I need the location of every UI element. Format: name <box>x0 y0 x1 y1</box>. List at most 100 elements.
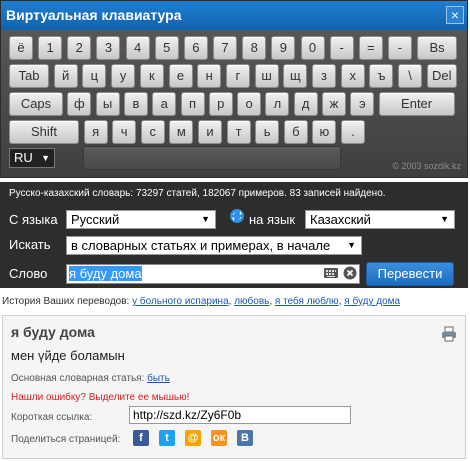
keyboard-key[interactable]: Bs <box>417 36 458 60</box>
keyboard-key[interactable]: 7 <box>213 36 238 60</box>
keyboard-key[interactable]: в <box>123 92 148 116</box>
keyboard-key[interactable]: ъ <box>369 64 394 88</box>
close-icon[interactable]: × <box>446 6 464 24</box>
keyboard-key[interactable]: н <box>197 64 222 88</box>
keyboard-icon[interactable] <box>324 268 338 278</box>
keyboard-key[interactable]: п <box>180 92 205 116</box>
keyboard-key[interactable]: - <box>387 36 412 60</box>
keyboard-key[interactable]: Caps <box>9 92 63 116</box>
result-box: я буду дома мен үйде боламын Основная сл… <box>2 315 466 459</box>
keyboard-key[interactable]: ы <box>95 92 120 116</box>
short-link-field[interactable]: http://szd.kz/Zy6F0b <box>129 406 351 424</box>
dictionary-stats: Русско-казахский словарь: 73297 статей, … <box>9 188 386 199</box>
copyright: © 2003 sozdik.kz <box>392 161 461 171</box>
keyboard-key[interactable]: и <box>198 120 222 144</box>
to-language-value: Казахский <box>310 212 371 227</box>
chevron-down-icon: ▼ <box>347 240 356 250</box>
keyboard-key[interactable]: ш <box>254 64 279 88</box>
keyboard-key[interactable]: 0 <box>300 36 325 60</box>
keyboard-key[interactable]: о <box>237 92 262 116</box>
translation-history: История Ваших переводов: у больного испа… <box>2 296 401 307</box>
keyboard-key[interactable]: х <box>340 64 365 88</box>
keyboard-key[interactable]: ё <box>9 36 33 60</box>
keyboard-key[interactable]: ь <box>255 120 280 144</box>
keyboard-key[interactable]: э <box>350 92 375 116</box>
search-mode-label: Искать <box>9 237 51 252</box>
from-language-value: Русский <box>71 212 120 227</box>
result-title: я буду дома <box>11 324 95 340</box>
keyboard-key[interactable]: ж <box>322 92 346 116</box>
error-report-note: Нашли ошибку? Выделите ее мышью! <box>11 392 190 403</box>
history-link[interactable]: у больного испарина <box>132 296 229 307</box>
keyboard-key[interactable]: с <box>140 120 165 144</box>
keyboard-key[interactable]: 6 <box>183 36 208 60</box>
keyboard-input-area[interactable] <box>83 146 341 170</box>
keyboard-key[interactable]: м <box>169 120 194 144</box>
keyboard-key[interactable]: д <box>293 92 318 116</box>
swap-languages-icon[interactable] <box>229 208 245 224</box>
keyboard-key[interactable]: к <box>139 64 164 88</box>
keyboard-key[interactable]: я <box>83 120 108 144</box>
keyboard-key[interactable]: Tab <box>9 64 49 88</box>
keyboard-key[interactable]: - <box>329 36 354 60</box>
keyboard-key[interactable]: 5 <box>154 36 179 60</box>
keyboard-key[interactable]: з <box>312 64 336 88</box>
keyboard-key[interactable]: = <box>358 36 383 60</box>
keyboard-key[interactable]: е <box>168 64 193 88</box>
search-panel: Русско-казахский словарь: 73297 статей, … <box>0 182 468 288</box>
keyboard-key[interactable]: Shift <box>9 120 79 144</box>
keyboard-key[interactable]: \ <box>398 64 423 88</box>
keyboard-key[interactable]: 2 <box>67 36 92 60</box>
keyboard-key[interactable]: . <box>341 120 365 144</box>
keyboard-key[interactable]: л <box>265 92 290 116</box>
keyboard-key[interactable]: 1 <box>38 36 63 60</box>
search-mode-value: в словарных статьях и примерах, в начале <box>71 238 331 253</box>
share-label: Поделиться страницей: <box>11 434 121 445</box>
keyboard-title: Виртуальная клавиатура <box>1 1 467 30</box>
history-label: История Ваших переводов: <box>2 296 130 307</box>
keyboard-key[interactable]: а <box>152 92 177 116</box>
history-link[interactable]: я буду дома <box>344 296 400 307</box>
to-language-label: на язык <box>249 212 296 227</box>
from-language-select[interactable]: Русский ▼ <box>66 210 216 229</box>
word-input[interactable]: я буду дома <box>66 264 360 284</box>
print-icon[interactable] <box>441 326 457 342</box>
keyboard-key[interactable]: т <box>226 120 251 144</box>
keyboard-key[interactable]: г <box>225 64 250 88</box>
history-link[interactable]: я тебя люблю <box>275 296 339 307</box>
search-mode-select[interactable]: в словарных статьях и примерах, в начале… <box>66 236 362 255</box>
twitter-icon[interactable]: t <box>159 430 175 446</box>
chevron-down-icon: ▼ <box>201 214 210 224</box>
mailru-icon[interactable]: @ <box>185 430 201 446</box>
chevron-down-icon: ▼ <box>440 214 449 224</box>
keyboard-language-select[interactable]: RU ▼ <box>9 148 55 168</box>
result-translation: мен үйде боламын <box>11 348 125 363</box>
keyboard-key[interactable]: 3 <box>96 36 121 60</box>
keyboard-key[interactable]: щ <box>283 64 308 88</box>
history-link[interactable]: любовь <box>234 296 269 307</box>
clear-icon[interactable] <box>343 266 357 280</box>
word-input-value: я буду дома <box>69 266 142 281</box>
vkontakte-icon[interactable]: В <box>237 430 253 446</box>
keyboard-key[interactable]: ч <box>112 120 137 144</box>
keyboard-key[interactable]: ц <box>82 64 107 88</box>
short-link-label: Короткая ссылка: <box>11 412 93 423</box>
keyboard-key[interactable]: ю <box>312 120 337 144</box>
keyboard-key[interactable]: 8 <box>242 36 267 60</box>
keyboard-key[interactable]: ф <box>67 92 92 116</box>
translate-button[interactable]: Перевести <box>366 262 454 286</box>
keyboard-key[interactable]: Del <box>426 64 457 88</box>
keyboard-key[interactable]: 9 <box>271 36 296 60</box>
keyboard-key[interactable]: й <box>53 64 78 88</box>
keyboard-key[interactable]: 4 <box>125 36 150 60</box>
main-article-link[interactable]: быть <box>147 373 170 384</box>
main-article: Основная словарная статья: быть <box>11 373 170 384</box>
to-language-select[interactable]: Казахский ▼ <box>305 210 455 229</box>
facebook-icon[interactable]: f <box>133 430 149 446</box>
keyboard-language-value: RU <box>14 150 33 165</box>
keyboard-key[interactable]: р <box>208 92 233 116</box>
keyboard-key[interactable]: у <box>111 64 136 88</box>
keyboard-key[interactable]: б <box>283 120 308 144</box>
odnoklassniki-icon[interactable]: ок <box>211 430 227 446</box>
keyboard-key[interactable]: Enter <box>378 92 455 116</box>
